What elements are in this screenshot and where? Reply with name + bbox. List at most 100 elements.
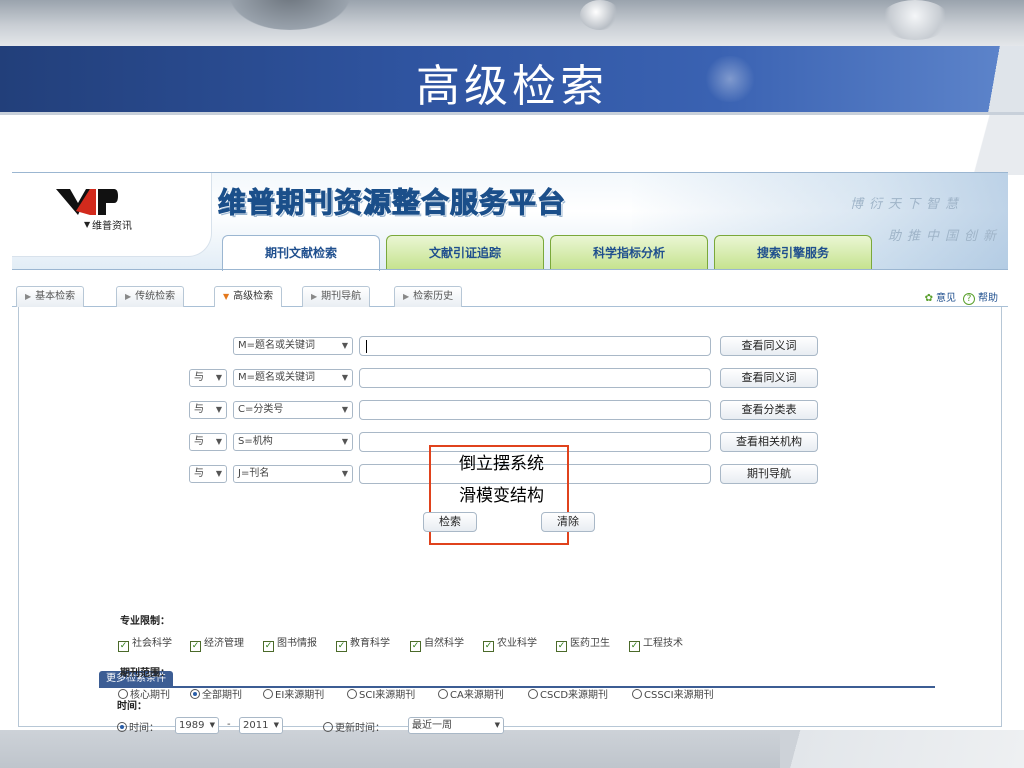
- logic-select-3[interactable]: 与 ▼: [189, 401, 227, 419]
- chevron-down-icon: ▼: [215, 469, 222, 478]
- logic-select-value: 与: [194, 404, 204, 415]
- subject-label-text: 自然科学: [424, 638, 464, 649]
- range-radio[interactable]: 全部期刊: [190, 686, 242, 701]
- search-input-2[interactable]: [359, 368, 711, 388]
- year-to-select[interactable]: 2011 ▼: [239, 717, 283, 734]
- search-input-1[interactable]: [359, 336, 711, 356]
- subject-checkbox[interactable]: ✓ 教育科学: [336, 634, 390, 652]
- classification-button[interactable]: 查看分类表: [720, 400, 818, 420]
- subject-checkbox[interactable]: ✓ 自然科学: [410, 634, 464, 652]
- tab-journal-search[interactable]: 期刊文献检索: [222, 235, 380, 271]
- range-radio[interactable]: CSSCI来源期刊: [632, 686, 714, 701]
- subtab-label: 检索历史: [413, 291, 454, 302]
- help-link[interactable]: ? 帮助: [963, 289, 998, 305]
- field-select-value: S=机构: [238, 436, 273, 447]
- subtab-advanced[interactable]: ▼ 高级检索: [214, 286, 283, 308]
- subtab-traditional[interactable]: ▶ 传统检索: [116, 286, 185, 307]
- field-select-1[interactable]: M=题名或关键词 ▼: [233, 337, 353, 355]
- chevron-down-icon: ▼: [215, 373, 222, 382]
- triangle-right-icon: ▶: [125, 292, 132, 301]
- clear-button[interactable]: 清除: [541, 512, 595, 532]
- field-select-value: J=刊名: [238, 468, 270, 479]
- radio-unchecked-icon: [263, 689, 273, 699]
- text-caret: [366, 340, 367, 353]
- triangle-icon: ▼: [84, 220, 91, 229]
- related-institution-button[interactable]: 查看相关机构: [720, 432, 818, 452]
- journal-nav-button[interactable]: 期刊导航: [720, 464, 818, 484]
- field-select-5[interactable]: J=刊名 ▼: [233, 465, 353, 483]
- synonym-button-1[interactable]: 查看同义词: [720, 336, 818, 356]
- range-radio[interactable]: 核心期刊: [118, 686, 170, 701]
- subject-label-text: 教育科学: [350, 638, 390, 649]
- range-radio[interactable]: CA来源期刊: [438, 686, 504, 701]
- annotation-term-2: 滑模变结构: [459, 486, 544, 506]
- chevron-down-icon: ▼: [341, 469, 348, 478]
- range-option-label: CSSCI来源期刊: [644, 690, 714, 701]
- update-time-radio[interactable]: 更新时间：: [323, 719, 385, 734]
- triangle-right-icon: ▶: [25, 292, 32, 301]
- radio-checked-icon: [190, 689, 200, 699]
- subject-checkbox[interactable]: ✓ 医药卫生: [556, 634, 610, 652]
- chevron-down-icon: ▼: [494, 721, 500, 729]
- subtab-label: 高级检索: [233, 291, 274, 302]
- subject-label-text: 医药卫生: [570, 638, 610, 649]
- site-header: ▼ 维普资讯 维普期刊资源整合服务平台 博衍天下智慧 助推中国创新 期刊文献检索…: [12, 173, 1008, 271]
- tab-search-engine[interactable]: 搜索引擎服务: [714, 235, 872, 269]
- tab-science-indicators[interactable]: 科学指标分析: [550, 235, 708, 269]
- vip-logo-icon: [56, 189, 118, 215]
- logic-select-2[interactable]: 与 ▼: [189, 369, 227, 387]
- radio-unchecked-icon: [632, 689, 642, 699]
- subject-label-text: 社会科学: [132, 638, 172, 649]
- checkbox-checked-icon: ✓: [556, 641, 567, 652]
- subtab-basic[interactable]: ▶ 基本检索: [16, 286, 85, 307]
- logo-text: 维普资讯: [92, 221, 132, 232]
- header-divider: [12, 269, 1008, 270]
- subject-checkbox[interactable]: ✓ 社会科学: [118, 634, 172, 652]
- radio-unchecked-icon: [438, 689, 448, 699]
- subject-label-text: 经济管理: [204, 638, 244, 649]
- search-input-3[interactable]: [359, 400, 711, 420]
- range-radio[interactable]: SCI来源期刊: [347, 686, 415, 701]
- radio-unchecked-icon: [528, 689, 538, 699]
- field-select-3[interactable]: C=分类号 ▼: [233, 401, 353, 419]
- subject-label-text: 工程技术: [643, 638, 683, 649]
- subject-checkbox[interactable]: ✓ 农业科学: [483, 634, 537, 652]
- range-label: 期刊范围：: [120, 668, 170, 679]
- search-button[interactable]: 检索: [423, 512, 477, 532]
- radio-checked-icon: [117, 722, 127, 732]
- field-select-4[interactable]: S=机构 ▼: [233, 433, 353, 451]
- synonym-button-2[interactable]: 查看同义词: [720, 368, 818, 388]
- chevron-down-icon: ▼: [215, 437, 222, 446]
- subtab-journal-nav[interactable]: ▶ 期刊导航: [302, 286, 371, 307]
- slide-footer-band: [0, 730, 1024, 768]
- tab-citation-tracking[interactable]: 文献引证追踪: [386, 235, 544, 269]
- main-tabs: 期刊文献检索 文献引证追踪 科学指标分析 搜索引擎服务: [222, 235, 872, 271]
- range-option-label: EI来源期刊: [275, 690, 325, 701]
- checkbox-checked-icon: ✓: [190, 641, 201, 652]
- feedback-link[interactable]: ✿ 意见: [925, 289, 956, 304]
- help-icon: ?: [963, 293, 975, 305]
- range-radio[interactable]: EI来源期刊: [263, 686, 324, 701]
- field-select-2[interactable]: M=题名或关键词 ▼: [233, 369, 353, 387]
- subject-checkbox[interactable]: ✓ 图书情报: [263, 634, 317, 652]
- logo[interactable]: ▼ 维普资讯: [12, 173, 212, 257]
- chevron-down-icon: ▼: [341, 341, 348, 350]
- radio-unchecked-icon: [323, 722, 333, 732]
- update-range-value: 最近一周: [412, 720, 452, 731]
- logic-select-5[interactable]: 与 ▼: [189, 465, 227, 483]
- feedback-label: 意见: [936, 293, 956, 304]
- feedback-icon: ✿: [924, 293, 933, 304]
- checkbox-checked-icon: ✓: [629, 641, 640, 652]
- checkbox-checked-icon: ✓: [410, 641, 421, 652]
- decor-orb: [880, 0, 950, 40]
- range-radio[interactable]: CSCD来源期刊: [528, 686, 608, 701]
- subject-checkbox[interactable]: ✓ 经济管理: [190, 634, 244, 652]
- update-range-select[interactable]: 最近一周 ▼: [408, 717, 504, 734]
- subtab-history[interactable]: ▶ 检索历史: [394, 286, 463, 307]
- subject-checkbox[interactable]: ✓ 工程技术: [629, 634, 683, 652]
- time-radio[interactable]: 时间：: [117, 719, 159, 734]
- year-from-select[interactable]: 1989 ▼: [175, 717, 219, 734]
- subject-label: 专业限制：: [120, 616, 170, 627]
- year-separator: -: [227, 719, 231, 730]
- logic-select-4[interactable]: 与 ▼: [189, 433, 227, 451]
